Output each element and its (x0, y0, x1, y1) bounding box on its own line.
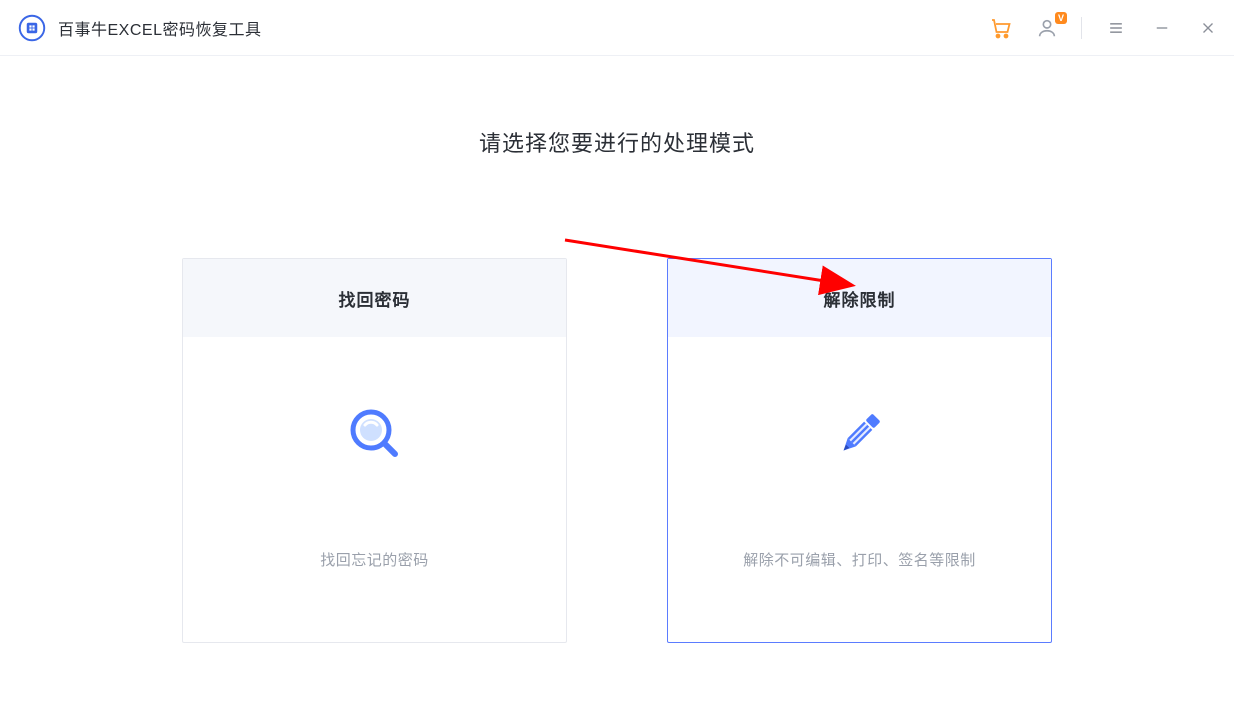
card-desc: 解除不可编辑、打印、签名等限制 (743, 549, 976, 570)
close-icon[interactable] (1196, 16, 1220, 40)
card-header: 解除限制 (668, 259, 1051, 337)
titlebar-divider (1081, 17, 1082, 39)
card-desc: 找回忘记的密码 (320, 549, 429, 570)
card-body: 解除不可编辑、打印、签名等限制 (668, 337, 1051, 642)
mode-cards: 找回密码 找回忘记的密码 解除限制 (182, 258, 1052, 643)
vip-badge: V (1055, 12, 1067, 24)
card-title: 找回密码 (339, 286, 411, 311)
magnifier-icon (340, 399, 410, 469)
app-title: 百事牛EXCEL密码恢复工具 (58, 16, 261, 40)
user-icon[interactable]: V (1035, 16, 1059, 40)
titlebar-right: V (989, 16, 1220, 40)
titlebar: 百事牛EXCEL密码恢复工具 V (0, 0, 1234, 56)
titlebar-left: 百事牛EXCEL密码恢复工具 (18, 14, 261, 42)
card-recover-password[interactable]: 找回密码 找回忘记的密码 (182, 258, 567, 643)
menu-icon[interactable] (1104, 16, 1128, 40)
app-logo-icon (18, 14, 46, 42)
page-title: 请选择您要进行的处理模式 (479, 126, 755, 158)
pencil-icon (825, 399, 895, 469)
card-header: 找回密码 (183, 259, 566, 337)
main-area: 请选择您要进行的处理模式 找回密码 找回忘记的密码 解除 (0, 56, 1234, 643)
cart-icon[interactable] (989, 16, 1013, 40)
card-title: 解除限制 (824, 286, 896, 311)
minimize-icon[interactable] (1150, 16, 1174, 40)
card-body: 找回忘记的密码 (183, 337, 566, 642)
card-remove-restriction[interactable]: 解除限制 解除不可编辑、打印、签名等限制 (667, 258, 1052, 643)
